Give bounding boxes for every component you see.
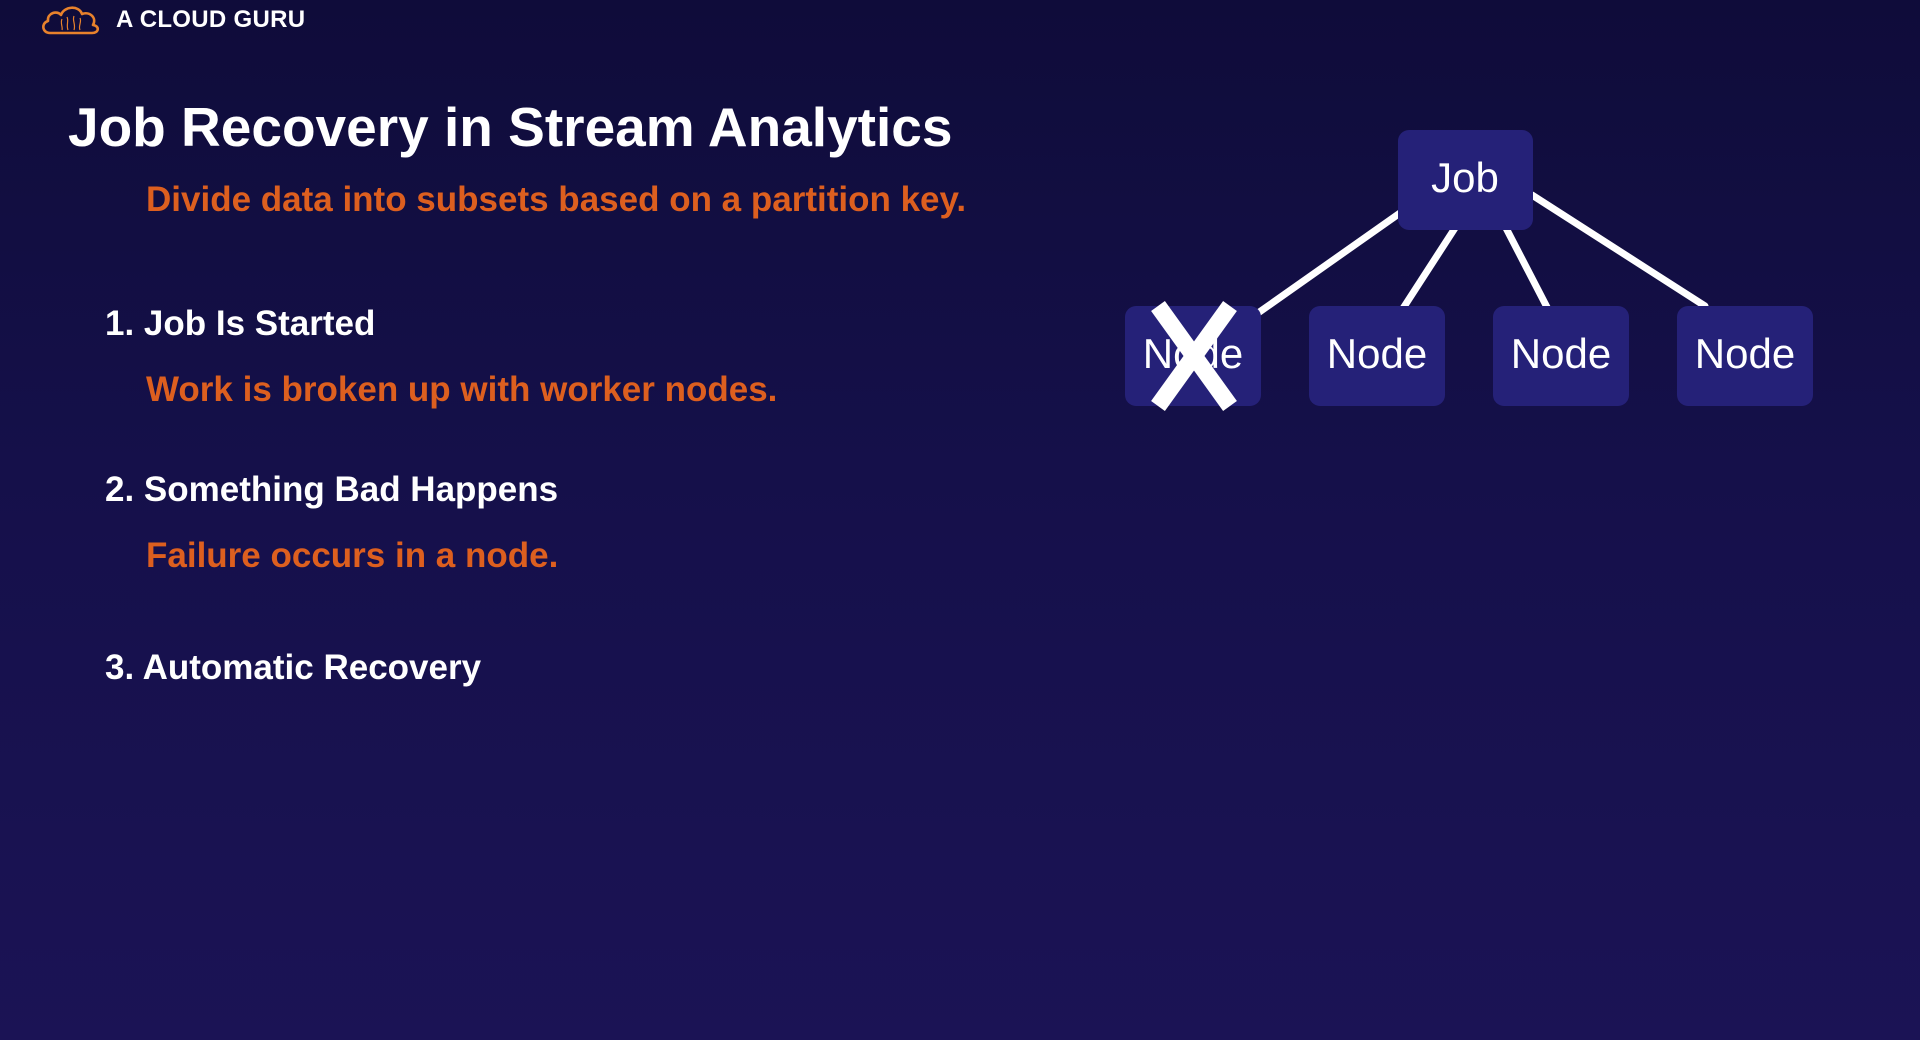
connector-job-node-4 — [1528, 191, 1709, 310]
node-3-label: Node — [1511, 330, 1611, 377]
node-box-2: Node — [1309, 306, 1445, 406]
node-box-4: Node — [1677, 306, 1813, 406]
job-node-diagram: Job Node Node Node Node — [1125, 130, 1813, 411]
connector-job-node-1 — [1254, 209, 1404, 317]
connector-job-node-2 — [1396, 224, 1459, 317]
node-4-label: Node — [1695, 330, 1795, 377]
job-box: Job — [1398, 130, 1533, 230]
job-label: Job — [1431, 154, 1499, 201]
node-box-3: Node — [1493, 306, 1629, 406]
connector-job-node-3 — [1502, 224, 1554, 317]
node-2-label: Node — [1327, 330, 1427, 377]
